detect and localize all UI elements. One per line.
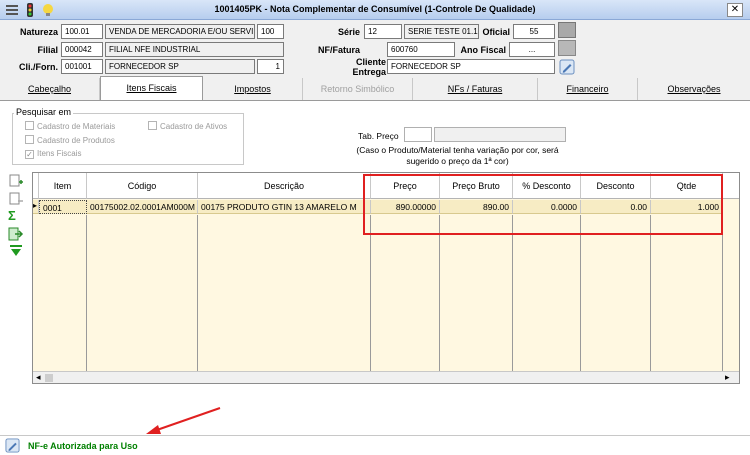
filial-desc-field: FILIAL NFE INDUSTRIAL	[105, 42, 284, 57]
serie-desc-field: SERIE TESTE 01.1	[404, 24, 479, 39]
natureza-extra-field[interactable]: 100	[257, 24, 284, 39]
tab-preco-label: Tab. Preço	[358, 131, 399, 141]
column-divider	[197, 215, 198, 371]
col-header-descricao[interactable]: Descrição	[198, 173, 371, 199]
status-square-icon	[558, 22, 576, 38]
price-note: (Caso o Produto/Material tenha variação …	[356, 145, 559, 166]
lookup-icon[interactable]	[558, 40, 576, 56]
column-divider	[722, 215, 723, 371]
tab-nfs-faturas[interactable]: NFs / Faturas	[413, 78, 538, 100]
col-header-item[interactable]: Item	[39, 173, 87, 199]
cell-descricao[interactable]: 00175 PRODUTO GTIN 13 AMARELO M	[198, 200, 371, 214]
checkbox-cadastro-produtos: Cadastro de Produtos	[25, 135, 115, 145]
sum-icon[interactable]: Σ	[8, 209, 24, 223]
cliforn-label: Cli./Forn.	[19, 62, 58, 72]
filial-code-field[interactable]: 000042	[61, 42, 103, 57]
checkbox-cadastro-materiais: Cadastro de Materiais	[25, 121, 115, 131]
tab-retorno-simbolico: Retorno Simbólico	[303, 78, 413, 100]
column-divider	[370, 215, 371, 371]
status-text: NF-e Autorizada para Uso	[28, 441, 138, 451]
cell-codigo[interactable]: 00175002.02.0001AM000M	[87, 200, 198, 214]
window-title: 1001405PK - Nota Complementar de Consumí…	[214, 4, 536, 14]
tab-observacoes[interactable]: Observações	[638, 78, 750, 100]
nf-label: NF/Fatura	[317, 45, 360, 55]
tab-preco-code-field[interactable]	[404, 127, 432, 142]
column-divider	[439, 215, 440, 371]
import-icon[interactable]	[8, 227, 24, 241]
cell-item[interactable]: 0001	[39, 200, 87, 214]
remove-row-icon[interactable]	[8, 192, 24, 206]
tab-preco-desc-field	[434, 127, 566, 142]
highlight-box	[363, 174, 723, 235]
natureza-code-field[interactable]: 100.01	[61, 24, 103, 39]
oficial-field[interactable]: 55	[513, 24, 555, 39]
cliforn-extra-field[interactable]: 1	[257, 59, 284, 74]
close-icon[interactable]: ✕	[727, 3, 743, 17]
title-bar: 1001405PK - Nota Complementar de Consumí…	[0, 0, 750, 20]
tab-bar: Cabeçalho Itens Fiscais Impostos Retorno…	[0, 76, 750, 100]
tab-cabecalho[interactable]: Cabeçalho	[0, 78, 100, 100]
filial-label: Filial	[37, 45, 58, 55]
column-divider	[650, 215, 651, 371]
column-divider	[580, 215, 581, 371]
tab-impostos[interactable]: Impostos	[203, 78, 303, 100]
col-header-codigo[interactable]: Código	[87, 173, 198, 199]
document-status-icon[interactable]	[5, 438, 20, 453]
checkbox-cadastro-ativos: Cadastro de Ativos	[148, 121, 227, 131]
oficial-label: Oficial	[482, 27, 510, 37]
filter-down-icon[interactable]	[8, 244, 24, 258]
edit-icon[interactable]	[559, 59, 575, 75]
cliente-entrega-label: Cliente Entrega	[352, 57, 386, 77]
search-group-title: Pesquisar em	[14, 107, 74, 117]
scroll-header	[723, 173, 739, 199]
tab-itens-fiscais[interactable]: Itens Fiscais	[100, 76, 203, 100]
column-divider	[86, 215, 87, 371]
add-row-icon[interactable]	[8, 174, 24, 188]
cliforn-desc-field: FORNECEDOR SP	[105, 59, 255, 74]
scroll-thumb[interactable]	[45, 374, 53, 382]
status-bar: NF-e Autorizada para Uso	[0, 435, 750, 455]
scroll-right-icon[interactable]: ▸	[725, 372, 730, 383]
checkbox-itens-fiscais: ✓ Itens Fiscais	[25, 149, 82, 159]
annotation-arrow-icon	[146, 407, 221, 434]
cliente-entrega-field[interactable]: FORNECEDOR SP	[387, 59, 555, 74]
tab-financeiro[interactable]: Financeiro	[538, 78, 638, 100]
scroll-left-icon[interactable]: ◂	[36, 372, 41, 383]
natureza-label: Natureza	[19, 27, 58, 37]
horizontal-scrollbar[interactable]: ◂ ▸	[33, 371, 739, 383]
ano-label: Ano Fiscal	[460, 45, 506, 55]
cliforn-code-field[interactable]: 001001	[61, 59, 103, 74]
nf-field[interactable]: 600760	[387, 42, 455, 57]
natureza-desc-field: VENDA DE MERCADORIA E/OU SERVI	[105, 24, 255, 39]
ano-field[interactable]: ...	[509, 42, 555, 57]
column-divider	[512, 215, 513, 371]
serie-code-field[interactable]: 12	[364, 24, 402, 39]
serie-label: Série	[337, 27, 360, 37]
